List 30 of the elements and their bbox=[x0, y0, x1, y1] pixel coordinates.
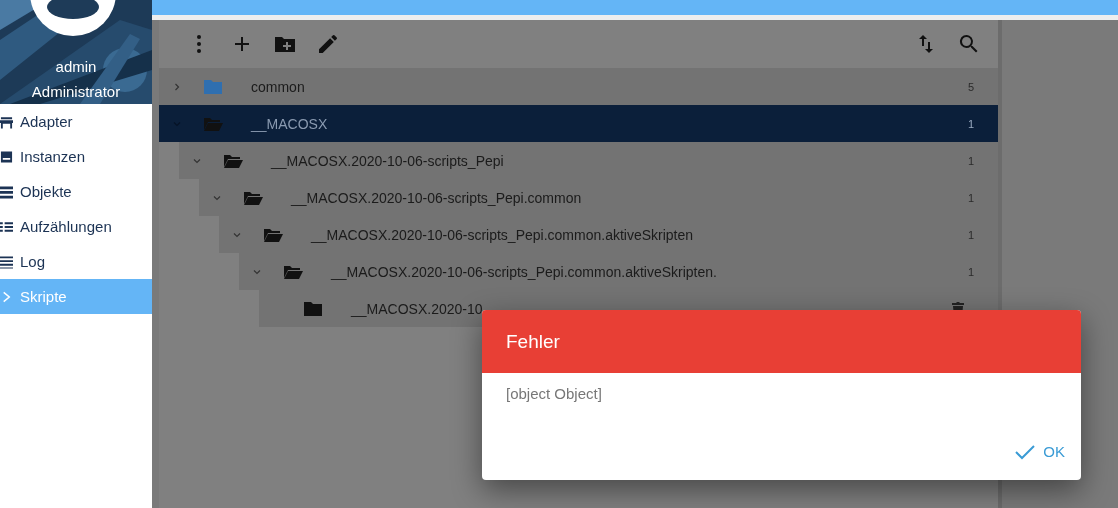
tree-row[interactable]: __MACOSX.2020-10-06-scripts_Pepi.common.aktiveSkripten 1 bbox=[219, 216, 998, 253]
pencil-icon[interactable] bbox=[316, 32, 340, 56]
sidebar-item[interactable]: Skripte bbox=[0, 279, 152, 314]
user-role: Administrator bbox=[31, 83, 121, 100]
user-name: admin bbox=[55, 58, 97, 75]
store-icon bbox=[0, 114, 13, 129]
error-message: [object Object] bbox=[506, 385, 602, 402]
item-count: 1 bbox=[968, 228, 976, 241]
list-icon bbox=[0, 184, 13, 199]
tree-row[interactable]: __MACOSX.2020-10-06-scripts_Pepi.common.aktiveSkripten. 1 bbox=[239, 253, 998, 290]
dialog-title: Fehler bbox=[506, 330, 560, 353]
enum-icon bbox=[0, 219, 13, 234]
sidebar-item[interactable]: Adapter bbox=[0, 104, 152, 139]
tree-row[interactable]: common 5 bbox=[159, 68, 998, 105]
log-icon bbox=[0, 254, 13, 269]
item-count: 1 bbox=[968, 154, 976, 167]
ok-button[interactable]: OK bbox=[1007, 437, 1073, 466]
item-count: 1 bbox=[968, 191, 976, 204]
tree-row[interactable]: __MACOSX.2020-10-06-scripts_Pepi 1 bbox=[179, 142, 998, 179]
check-icon bbox=[1015, 443, 1036, 460]
sidebar-item[interactable]: Instanzen bbox=[0, 139, 152, 174]
tree-row[interactable]: __MACOSX.2020-10-06-scripts_Pepi.common 1 bbox=[199, 179, 998, 216]
sidebar-item[interactable]: Aufzählungen bbox=[0, 209, 152, 244]
item-count: 1 bbox=[968, 265, 976, 278]
instances-icon bbox=[0, 149, 13, 164]
sidebar-item[interactable]: Objekte bbox=[0, 174, 152, 209]
tree-row[interactable]: __MACOSX 1 bbox=[159, 105, 998, 142]
sidebar-item[interactable]: Log bbox=[0, 244, 152, 279]
item-count: 5 bbox=[968, 80, 976, 93]
item-count: 1 bbox=[968, 117, 976, 130]
